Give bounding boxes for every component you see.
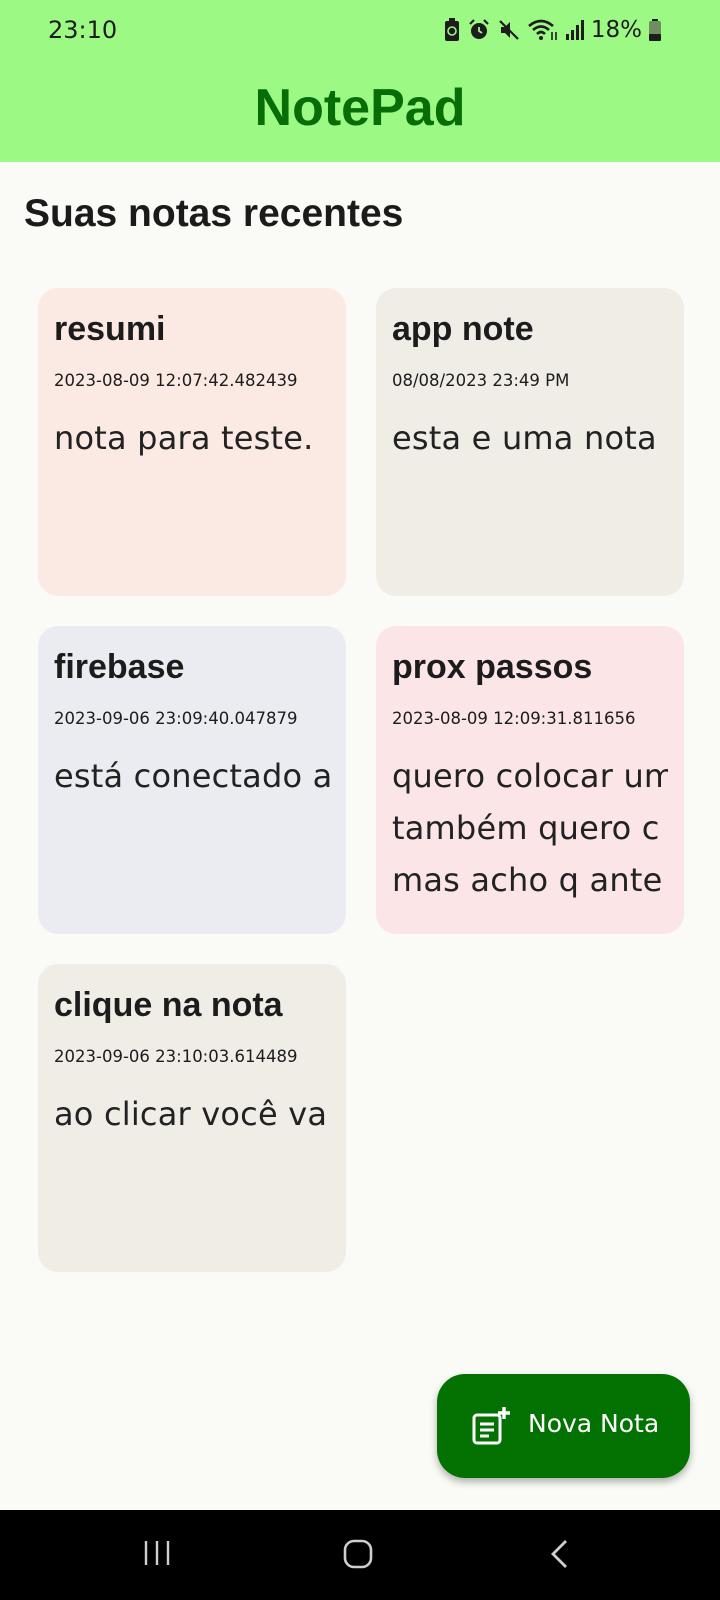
- status-bar: 23:10 18%: [0, 0, 720, 60]
- back-icon[interactable]: [548, 1538, 572, 1570]
- note-date: 2023-09-06 23:09:40.047879: [54, 709, 298, 728]
- app-bar: NotePad: [0, 60, 720, 162]
- new-note-button[interactable]: Nova Nota: [437, 1374, 690, 1478]
- note-title: resumi: [54, 310, 166, 348]
- note-add-icon: [472, 1407, 510, 1445]
- status-time: 23:10: [48, 16, 118, 44]
- note-card[interactable]: clique na nota 2023-09-06 23:10:03.61448…: [38, 964, 346, 1272]
- note-body: esta e uma nota: [392, 419, 657, 457]
- alarm-icon: [469, 19, 489, 39]
- battery-icon: [649, 19, 661, 41]
- note-date: 2023-08-09 12:07:42.482439: [54, 371, 298, 390]
- wifi-icon: [528, 19, 557, 40]
- recent-apps-icon[interactable]: [142, 1538, 172, 1568]
- note-body: está conectado ao: [54, 757, 330, 795]
- section-title: Suas notas recentes: [24, 192, 404, 235]
- note-date: 2023-08-09 12:09:31.811656: [392, 709, 636, 728]
- note-card[interactable]: app note 08/08/2023 23:49 PM esta e uma …: [376, 288, 684, 596]
- new-note-label: Nova Nota: [528, 1409, 660, 1438]
- note-title: prox passos: [392, 648, 593, 686]
- note-title: firebase: [54, 648, 185, 686]
- note-body: quero colocar um também quero c mas acho…: [392, 757, 668, 899]
- battery-percentage: 18%: [590, 17, 642, 43]
- status-icons: 18%: [443, 14, 662, 46]
- note-title: clique na nota: [54, 986, 283, 1024]
- mute-icon: [499, 20, 519, 40]
- navigation-bar: [0, 1510, 720, 1600]
- note-body: ao clicar você vai: [54, 1095, 330, 1133]
- note-card[interactable]: firebase 2023-09-06 23:09:40.047879 está…: [38, 626, 346, 934]
- note-card[interactable]: resumi 2023-08-09 12:07:42.482439 nota p…: [38, 288, 346, 596]
- note-date: 2023-09-06 23:10:03.614489: [54, 1047, 298, 1066]
- home-icon[interactable]: [342, 1538, 374, 1570]
- signal-icon: [565, 20, 584, 40]
- note-title: app note: [392, 310, 534, 348]
- note-date: 08/08/2023 23:49 PM: [392, 371, 570, 390]
- app-title: NotePad: [254, 79, 466, 137]
- note-body: nota para teste.: [54, 419, 314, 457]
- battery-saver-icon: [444, 18, 459, 41]
- note-card[interactable]: prox passos 2023-08-09 12:09:31.811656 q…: [376, 626, 684, 934]
